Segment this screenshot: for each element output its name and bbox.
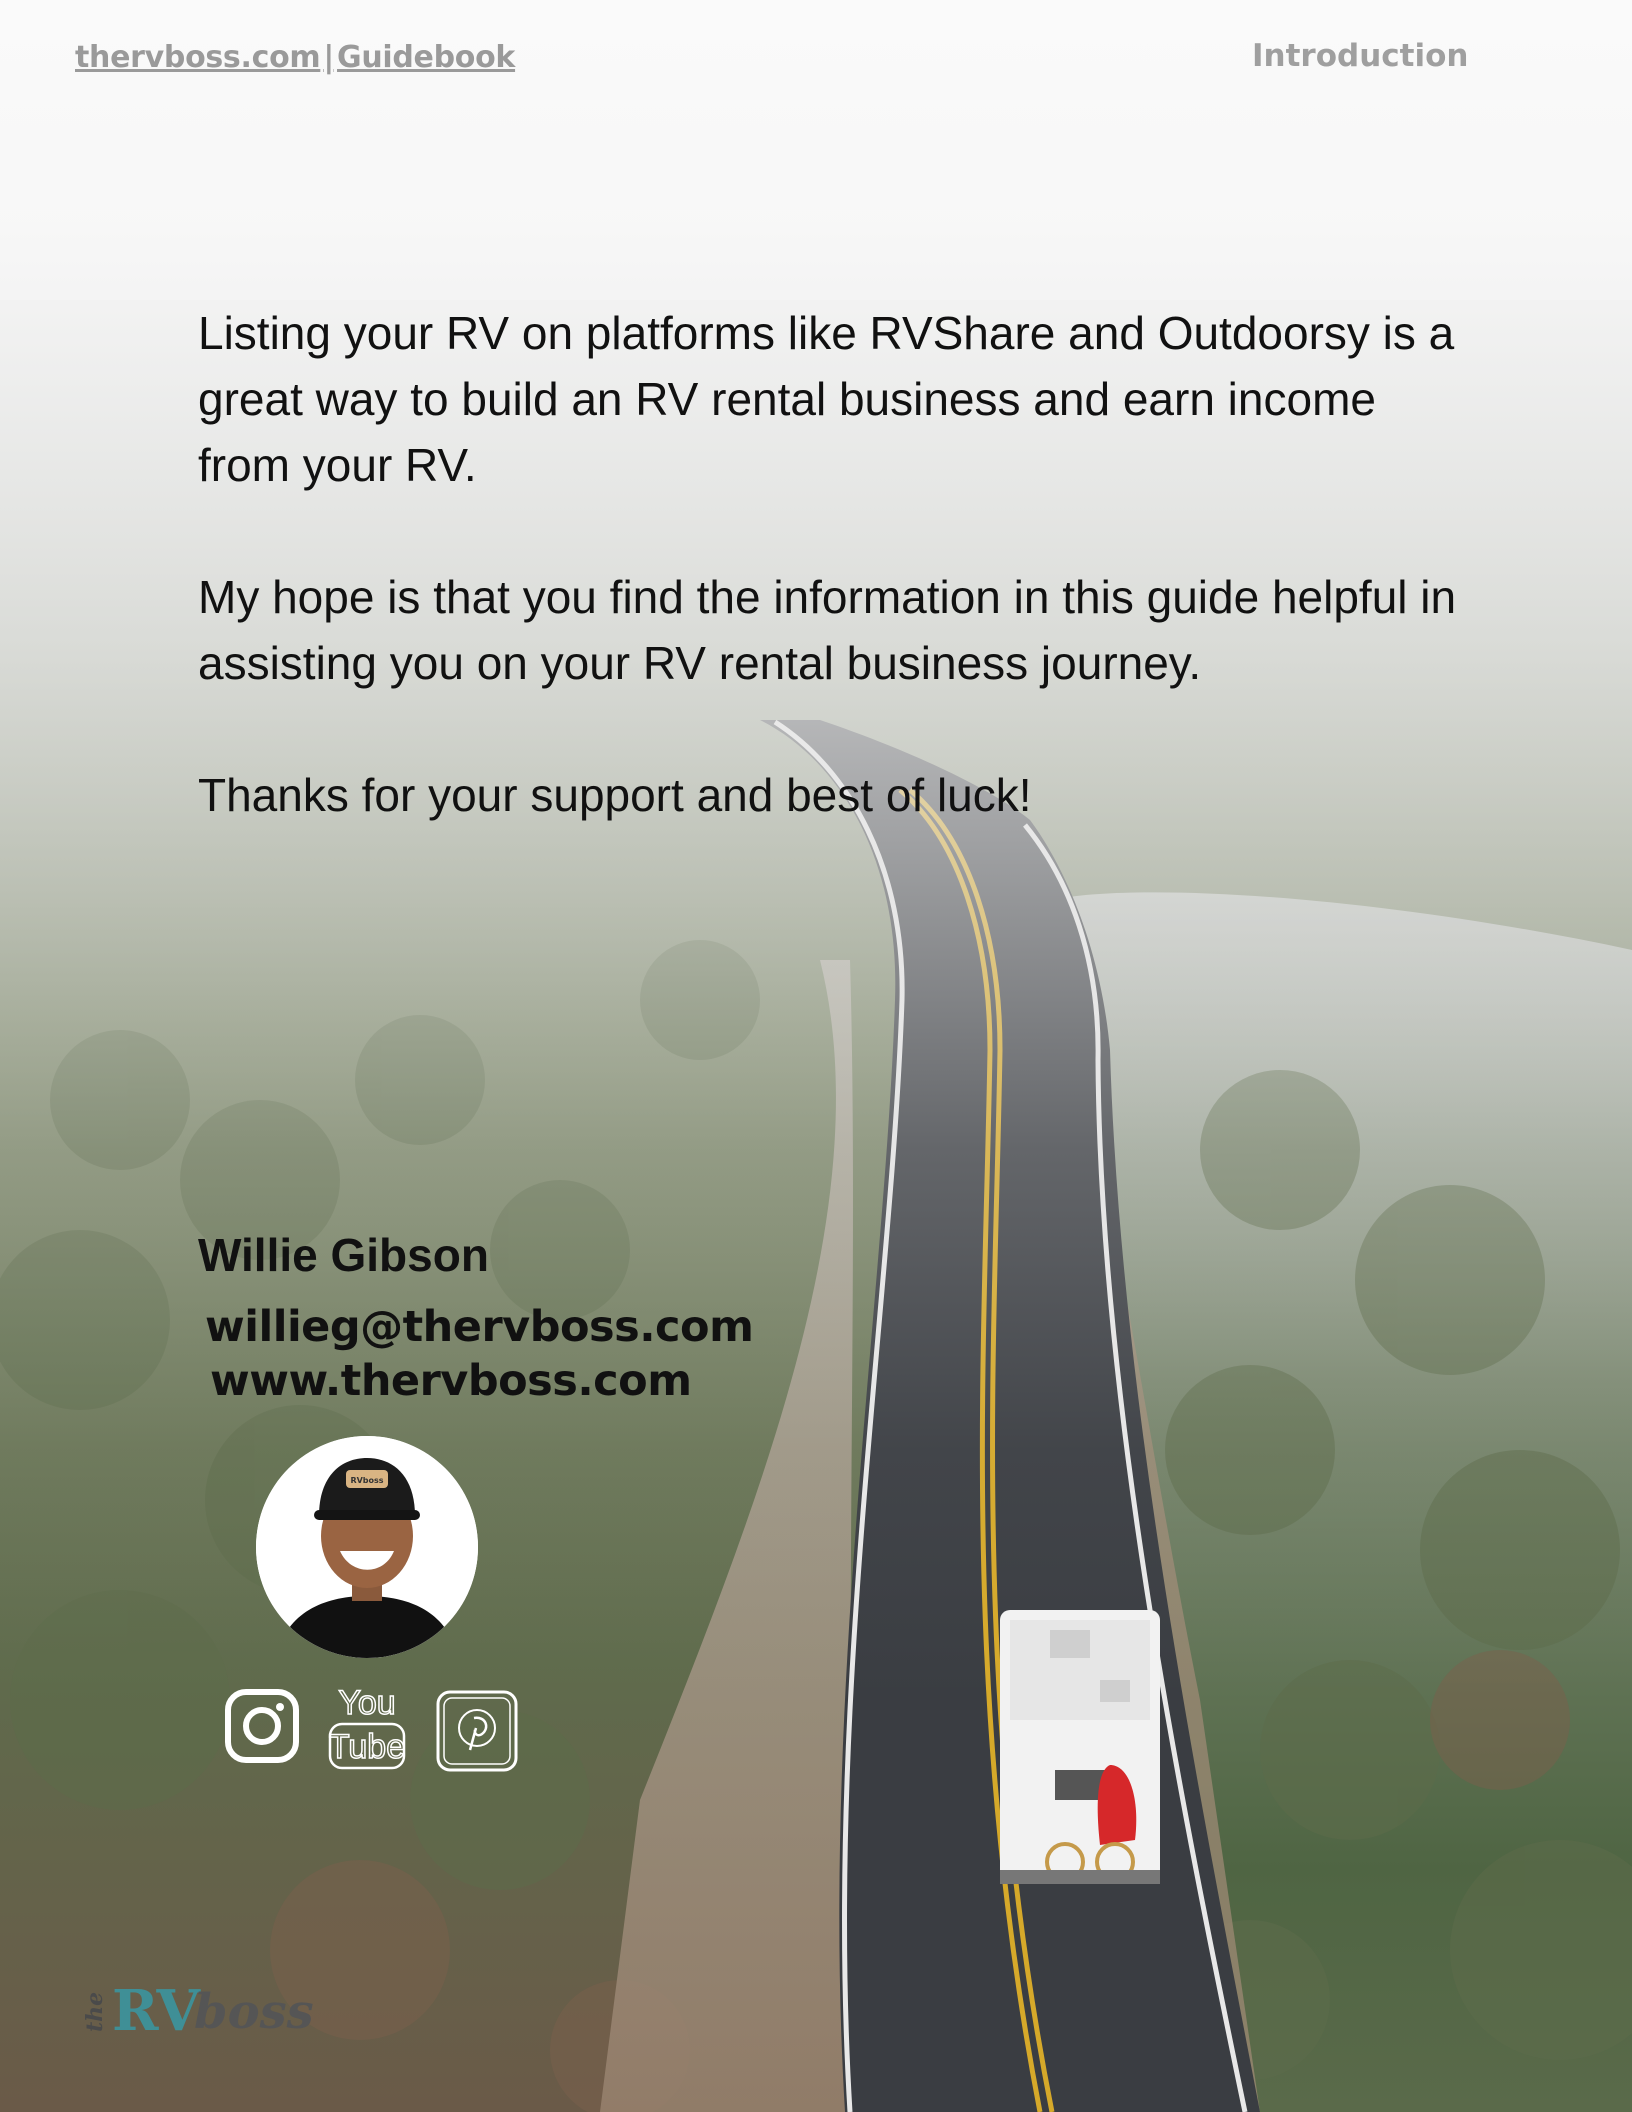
author-website-link[interactable]: www.thervboss.com [210, 1356, 692, 1406]
logo-boss: boss [194, 1984, 314, 2040]
youtube-icon[interactable]: You Tube [326, 1682, 408, 1772]
intro-text: Listing your RV on platforms like RVShar… [198, 300, 1458, 894]
site-name: thervboss.com [75, 40, 321, 75]
svg-text:You: You [338, 1684, 395, 1722]
svg-text:RVboss: RVboss [350, 1476, 383, 1485]
section-title: Introduction [1252, 38, 1469, 74]
logo-the: the [82, 1991, 108, 2032]
instagram-icon[interactable] [224, 1688, 300, 1764]
paragraph-1: Listing your RV on platforms like RVShar… [198, 307, 1455, 491]
author-name: Willie Gibson [198, 1229, 489, 1281]
guide-page: thervboss.com | Guidebook Introduction Lis… [0, 0, 1632, 2112]
author-avatar: RVboss [256, 1436, 478, 1658]
author-email-link[interactable]: willieg@thervboss.com [205, 1302, 754, 1352]
paragraph-3: Thanks for your support and best of luck… [198, 769, 1032, 821]
header-guidebook-link[interactable]: thervboss.com | Guidebook [75, 40, 515, 75]
logo-rv: RV [112, 1978, 200, 2044]
paragraph-2: My hope is that you find the information… [198, 571, 1457, 689]
header-separator: | [323, 40, 335, 75]
guidebook-label: Guidebook [337, 40, 516, 75]
pinterest-icon[interactable] [434, 1688, 520, 1774]
svg-text:Tube: Tube [329, 1728, 405, 1766]
